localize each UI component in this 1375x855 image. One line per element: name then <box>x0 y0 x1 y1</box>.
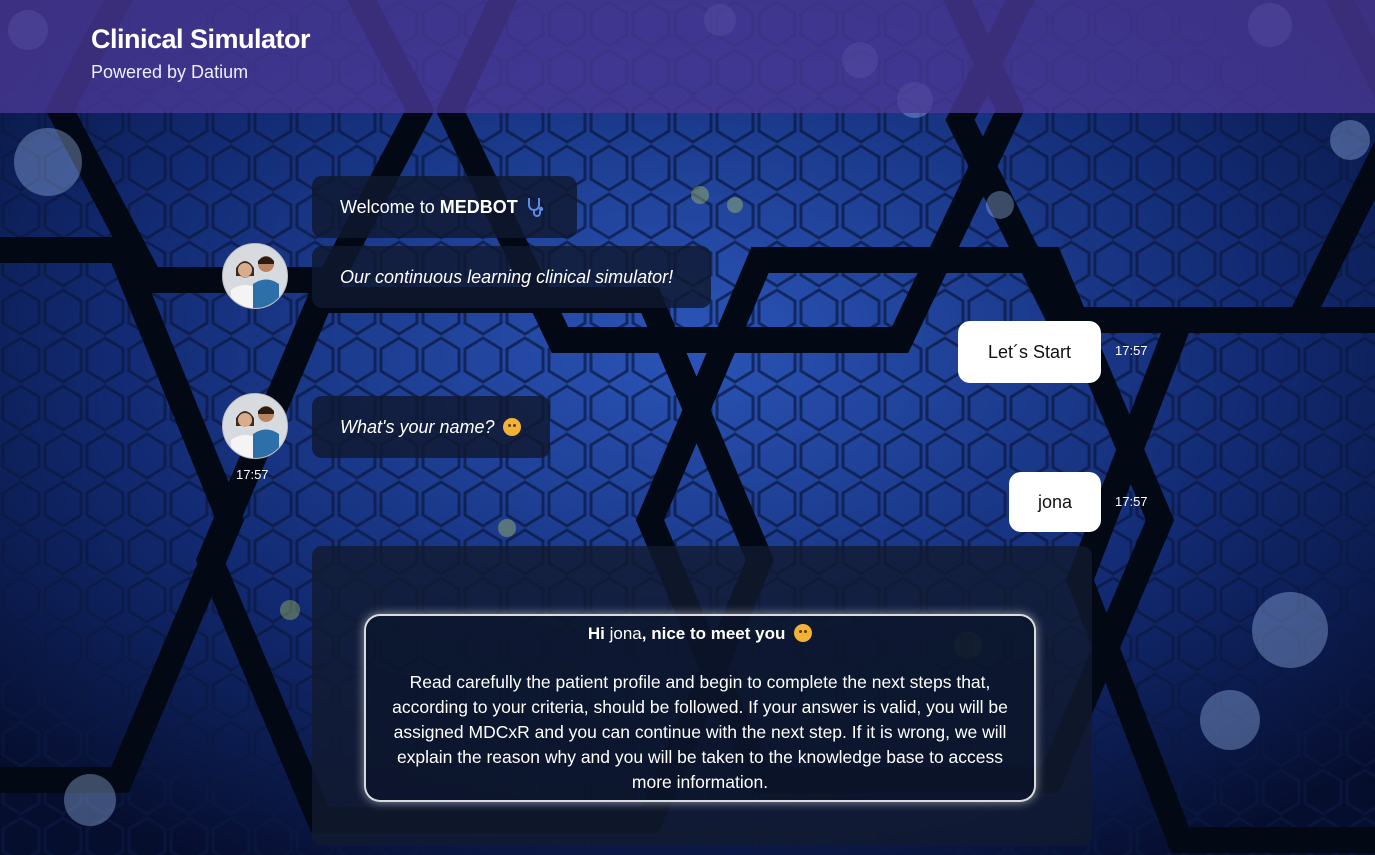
user-message-name: jona <box>1009 472 1101 532</box>
bot-message-ask-name: What's your name? <box>312 396 550 458</box>
medbot-avatar <box>222 393 288 459</box>
welcome-brand: MEDBOT <box>439 196 518 217</box>
timestamp: 17:57 <box>1115 343 1148 358</box>
tagline-text: Our continuous learning clinical simulat… <box>340 266 674 287</box>
timestamp: 17:57 <box>1115 494 1148 509</box>
bot-message-instructions: Hi jona, nice to meet you Read carefully… <box>312 546 1092 846</box>
bot-message-welcome: Welcome to MEDBOT <box>312 176 577 238</box>
medbot-avatar <box>222 243 288 309</box>
timestamp: 17:57 <box>236 467 269 482</box>
user-name-text: jona <box>1037 491 1073 512</box>
instructions-text: Read carefully the patient profile and b… <box>392 672 1008 792</box>
doctors-avatar-image <box>223 394 287 458</box>
stethoscope-icon <box>525 196 547 218</box>
greeting-hi: Hi <box>587 624 605 643</box>
app-subtitle: Powered by Datium <box>91 62 249 82</box>
doctors-avatar-image <box>223 244 287 308</box>
thinking-face-icon <box>502 418 521 436</box>
greeting-line: Hi jona, nice to meet you <box>366 624 1034 644</box>
greeting-name: jona <box>609 624 642 643</box>
user-start-text: Let´s Start <box>987 341 1072 362</box>
app-header: Clinical Simulator Powered by Datium <box>0 0 1375 113</box>
ask-name-text: What's your name? <box>340 416 495 437</box>
app-title: Clinical Simulator <box>91 24 311 54</box>
bot-message-tagline: Our continuous learning clinical simulat… <box>312 246 711 308</box>
instructions-card: Hi jona, nice to meet you Read carefully… <box>364 614 1036 802</box>
greeting-rest: , nice to meet you <box>641 624 786 643</box>
hugging-face-icon <box>794 624 813 642</box>
welcome-prefix: Welcome to <box>340 196 440 217</box>
user-message-start: Let´s Start <box>958 321 1101 383</box>
